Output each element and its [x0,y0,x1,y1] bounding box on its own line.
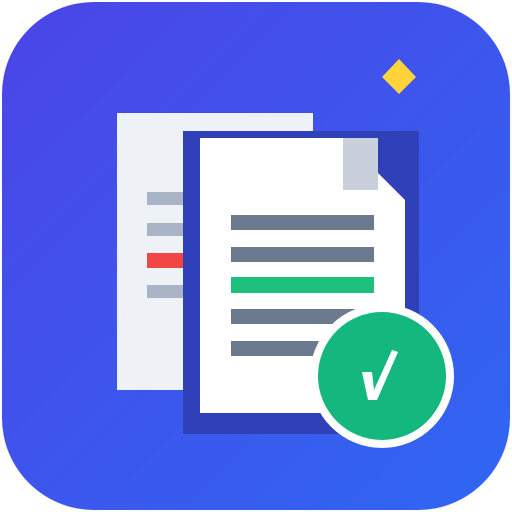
app-icon-stage [0,0,512,512]
document-comparison-app-icon [2,2,510,510]
check-badge [310,304,454,448]
added-line [231,277,374,293]
text-line [231,215,374,230]
text-line [231,247,374,262]
